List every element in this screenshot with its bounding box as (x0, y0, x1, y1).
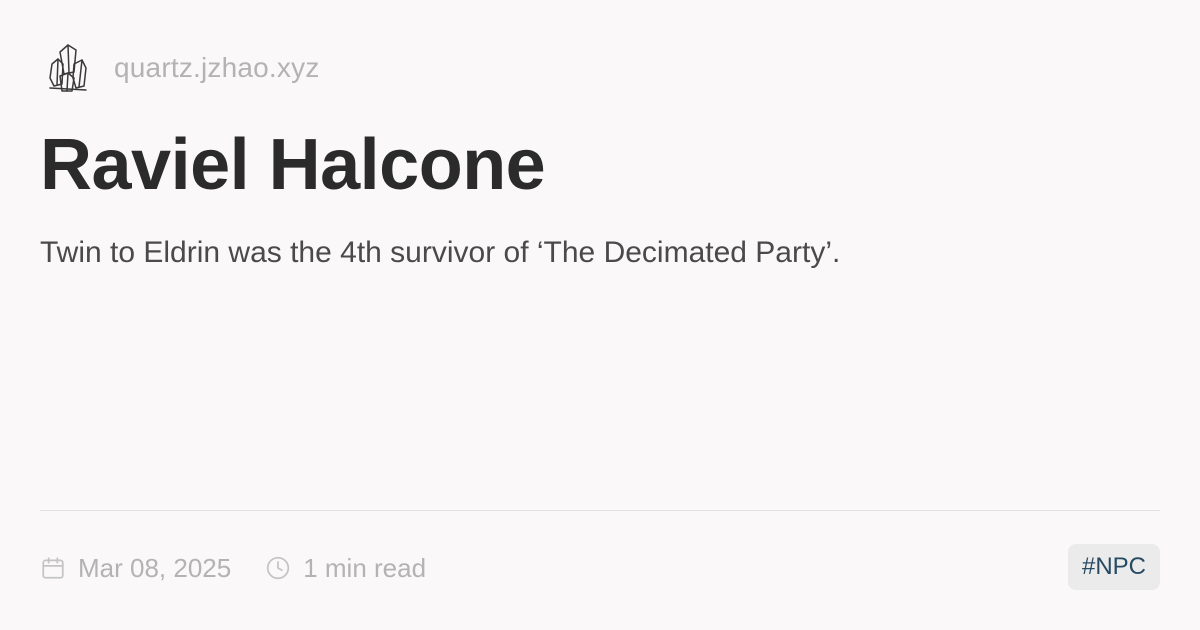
divider (40, 510, 1160, 511)
crystal-logo-icon (49, 44, 87, 92)
page-title: Raviel Halcone (40, 125, 546, 205)
reading-time: 1 min read (303, 552, 427, 583)
calendar-icon (42, 557, 64, 579)
page-meta: Mar 08, 2025 1 min read (40, 548, 460, 588)
date-meta: Mar 08, 2025 (40, 553, 231, 584)
reading-time-meta: 1 min read (265, 553, 426, 584)
site-header: quartz.jzhao.xyz (46, 42, 320, 94)
page-description: Twin to Eldrin was the 4th survivor of ‘… (40, 236, 841, 269)
publish-date: Mar 08, 2025 (78, 552, 232, 583)
tag-npc[interactable]: #NPC (1067, 544, 1160, 590)
site-name[interactable]: quartz.jzhao.xyz (114, 52, 320, 84)
clock-icon (267, 556, 290, 580)
